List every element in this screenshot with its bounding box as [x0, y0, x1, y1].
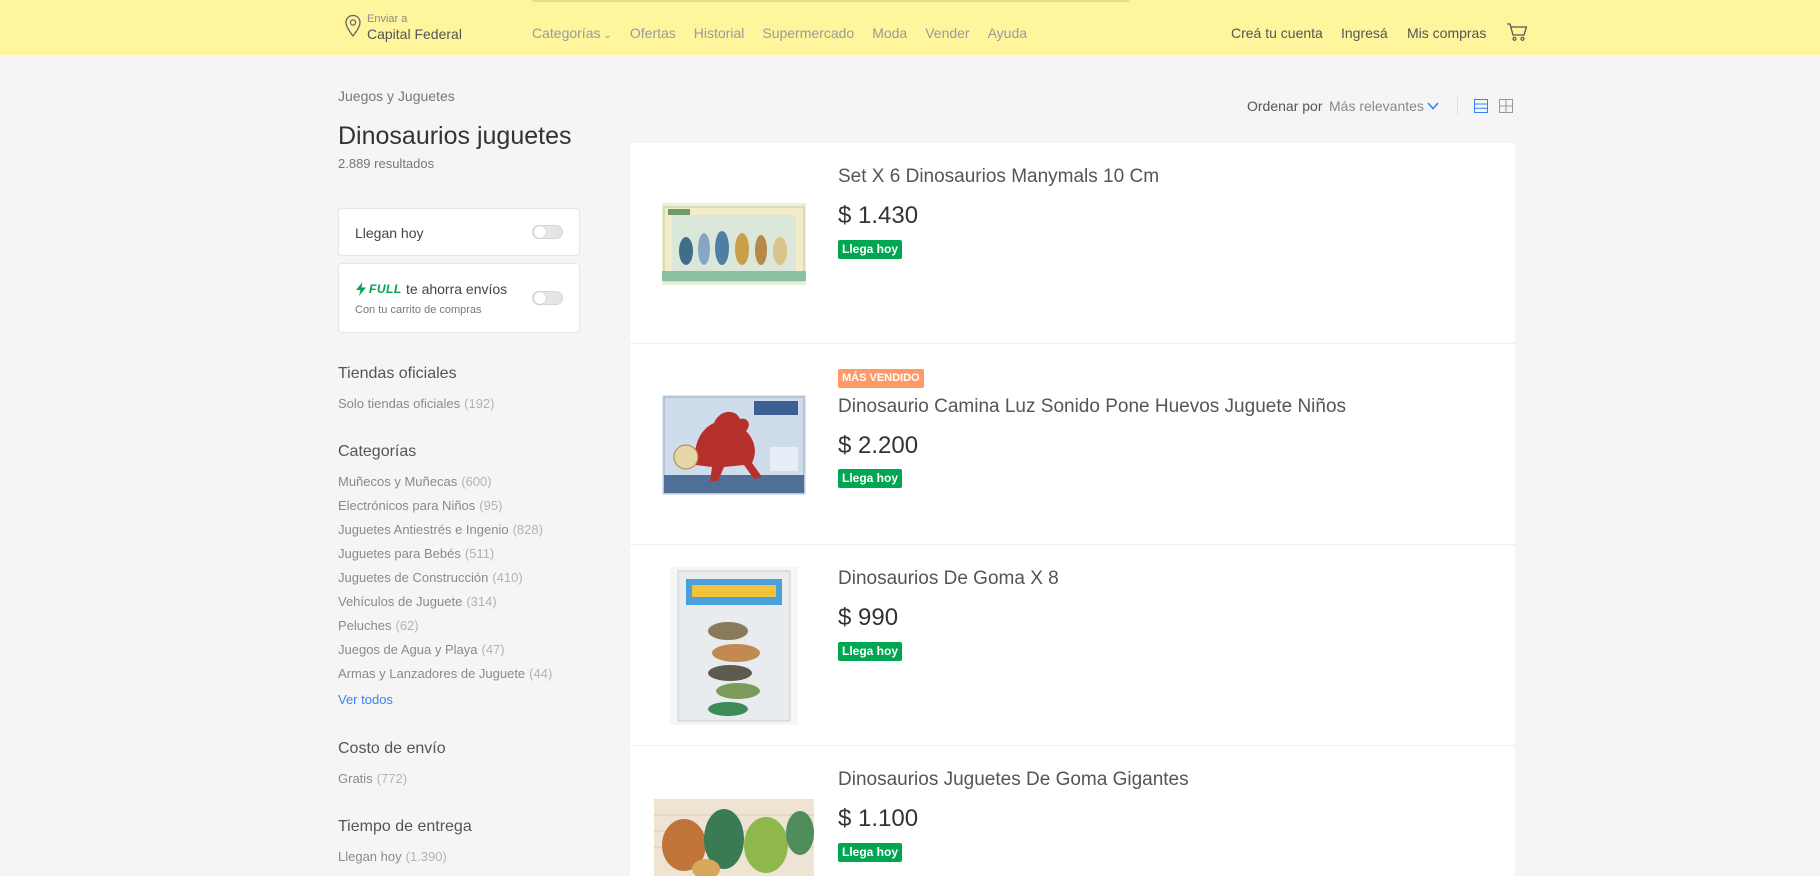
shipping-cost-title: Costo de envío — [338, 740, 446, 757]
chevron-down-icon[interactable] — [1427, 101, 1439, 111]
login-link[interactable]: Ingresá — [1341, 25, 1388, 41]
my-purchases-link[interactable]: Mis compras — [1407, 25, 1486, 41]
page: Enviar a Capital Federal Categorías ⌄ Ofe… — [0, 0, 1820, 876]
sort-dropdown[interactable]: Más relevantes — [1329, 98, 1424, 114]
full-toggle[interactable] — [532, 291, 563, 305]
list-item[interactable]: MÁS VENDIDO Dinosaurio Camina Luz Sonido… — [630, 344, 1515, 545]
arrive-today-toggle[interactable] — [532, 225, 563, 239]
nav-ofertas[interactable]: Ofertas — [630, 25, 676, 41]
product-image[interactable] — [670, 567, 798, 725]
arrives-today-badge: Llega hoy — [838, 843, 903, 862]
category-link[interactable]: Juguetes de Construcción (410) — [338, 570, 523, 585]
location-pin-icon[interactable] — [344, 14, 362, 38]
nav-supermercado[interactable]: Supermercado — [762, 25, 854, 41]
product-image[interactable] — [662, 395, 806, 495]
list-item[interactable]: Dinosaurios De Goma X 8 $ 990 Llega hoy — [630, 545, 1515, 746]
official-stores-link[interactable]: Solo tiendas oficiales (192) — [338, 396, 495, 411]
product-price: $ 1.100 — [838, 805, 919, 832]
category-link[interactable]: Juguetes Antiestrés e Ingenio (828) — [338, 522, 543, 537]
product-price: $ 1.430 — [838, 202, 919, 229]
best-seller-badge: MÁS VENDIDO — [838, 369, 924, 388]
category-link[interactable]: Electrónicos para Niños (95) — [338, 498, 502, 513]
arrives-today-badge: Llega hoy — [838, 642, 903, 661]
see-all-categories-link[interactable]: Ver todos — [338, 692, 393, 707]
product-image[interactable] — [662, 203, 806, 285]
category-link[interactable]: Muñecos y Muñecas (600) — [338, 474, 492, 489]
results-count: 2.889 resultados — [338, 156, 435, 171]
category-link[interactable]: Peluches (62) — [338, 618, 419, 633]
full-label: te ahorra envíos — [406, 281, 508, 297]
arrives-today-badge: Llega hoy — [838, 469, 903, 488]
arrive-today-label: Llegan hoy — [355, 225, 424, 241]
category-link[interactable]: Vehículos de Juguete (314) — [338, 594, 497, 609]
nav-historial[interactable]: Historial — [694, 25, 745, 41]
list-item[interactable]: Dinosaurios Juguetes De Goma Gigantes $ … — [630, 746, 1515, 876]
search-bar-edge — [532, 0, 1129, 2]
main-nav: Categorías ⌄ Ofertas Historial Supermerca… — [532, 25, 1027, 41]
full-logo-text: FULL — [369, 282, 402, 296]
categories-title: Categorías — [338, 443, 417, 460]
cart-icon[interactable] — [1506, 22, 1528, 42]
results-list: Set X 6 Dinosaurios Manymals 10 Cm $ 1.4… — [630, 143, 1515, 876]
product-price: $ 990 — [838, 604, 899, 631]
list-view-icon[interactable] — [1474, 99, 1488, 113]
arrive-today-link[interactable]: Llegan hoy (1.390) — [338, 849, 447, 864]
nav-categorias[interactable]: Categorías ⌄ — [532, 25, 612, 41]
category-link[interactable]: Armas y Lanzadores de Juguete (44) — [338, 666, 552, 681]
official-stores-title: Tiendas oficiales — [338, 365, 457, 382]
product-image[interactable] — [654, 799, 814, 876]
breadcrumb[interactable]: Juegos y Juguetes — [338, 88, 455, 104]
full-sublabel: Con tu carrito de compras — [355, 304, 482, 316]
product-title[interactable]: Dinosaurios De Goma X 8 — [838, 568, 1059, 590]
arrive-today-filter[interactable]: Llegan hoy — [338, 208, 580, 256]
grid-view-icon[interactable] — [1499, 99, 1513, 113]
create-account-link[interactable]: Creá tu cuenta — [1231, 25, 1323, 41]
sort-label: Ordenar por — [1247, 98, 1323, 114]
free-shipping-link[interactable]: Gratis (772) — [338, 771, 407, 786]
divider — [1457, 97, 1458, 115]
list-item[interactable]: Set X 6 Dinosaurios Manymals 10 Cm $ 1.4… — [630, 143, 1515, 344]
product-title[interactable]: Dinosaurio Camina Luz Sonido Pone Huevos… — [838, 396, 1346, 418]
header: Enviar a Capital Federal Categorías ⌄ Ofe… — [0, 0, 1820, 55]
product-title[interactable]: Set X 6 Dinosaurios Manymals 10 Cm — [838, 166, 1159, 188]
category-link[interactable]: Juguetes para Bebés (511) — [338, 546, 494, 561]
nav-vender[interactable]: Vender — [925, 25, 969, 41]
nav-ayuda[interactable]: Ayuda — [988, 25, 1027, 41]
category-link[interactable]: Juegos de Agua y Playa (47) — [338, 642, 505, 657]
location-value[interactable]: Capital Federal — [367, 26, 462, 42]
arrives-today-badge: Llega hoy — [838, 240, 903, 259]
location-caption: Enviar a — [367, 13, 408, 25]
product-price: $ 2.200 — [838, 432, 919, 459]
page-title: Dinosaurios juguetes — [338, 122, 572, 150]
lightning-icon — [356, 282, 366, 296]
delivery-time-title: Tiempo de entrega — [338, 818, 472, 835]
nav-moda[interactable]: Moda — [872, 25, 907, 41]
chevron-down-icon: ⌄ — [603, 30, 612, 41]
full-filter[interactable]: FULL te ahorra envíos Con tu carrito de … — [338, 263, 580, 333]
product-title[interactable]: Dinosaurios Juguetes De Goma Gigantes — [838, 769, 1189, 791]
